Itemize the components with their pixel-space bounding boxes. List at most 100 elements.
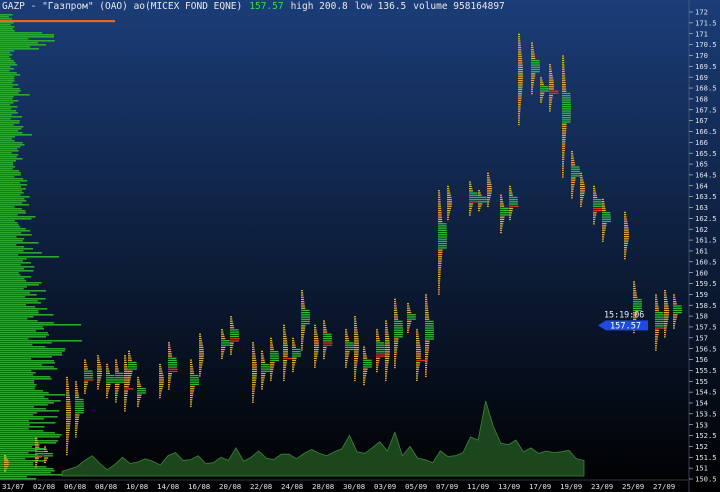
price-tick <box>270 362 275 364</box>
volume-profile-row <box>0 98 13 100</box>
price-tick <box>425 345 430 347</box>
price-tick <box>447 207 452 210</box>
volume-profile-row <box>0 292 30 294</box>
price-tick <box>354 366 357 368</box>
price-tick <box>376 351 385 353</box>
price-tick <box>301 320 310 323</box>
volume-profile-row <box>0 250 24 252</box>
price-tick <box>571 166 580 168</box>
price-tick <box>376 344 385 346</box>
price-tick <box>323 355 325 357</box>
volume-profile-row <box>0 138 12 140</box>
date-tick-label: 08/08 <box>95 482 117 491</box>
volume-profile-row <box>0 246 25 248</box>
price-tick <box>385 375 387 377</box>
price-tick <box>394 362 396 364</box>
price-tick <box>562 150 565 152</box>
price-tick <box>509 185 511 188</box>
price-tick <box>66 436 69 438</box>
price-tick <box>137 379 140 381</box>
volume-profile-row <box>0 348 66 350</box>
volume-profile-row <box>0 56 10 58</box>
price-tick <box>314 366 316 368</box>
price-tick <box>44 459 47 461</box>
price-tick <box>35 439 38 442</box>
volume-profile-row <box>0 74 21 76</box>
price-tick <box>252 357 256 359</box>
price-tick <box>385 373 388 375</box>
price-tick-label: 163 <box>695 203 708 212</box>
price-tick <box>633 298 642 301</box>
price-tick <box>283 357 293 360</box>
volume-profile-row <box>0 356 52 358</box>
price-tick <box>115 359 117 361</box>
price-tick <box>509 188 512 190</box>
price-tick <box>199 375 201 377</box>
price-tick <box>487 201 490 203</box>
price-tick <box>385 349 390 351</box>
volume-profile-row <box>0 206 15 208</box>
volume-profile-row <box>0 278 25 280</box>
price-tick <box>376 331 379 333</box>
price-tick <box>655 314 664 316</box>
price-tick <box>447 214 450 216</box>
volume-profile-row <box>0 258 27 260</box>
price-tick <box>602 220 611 223</box>
price-tick <box>385 377 387 379</box>
price-tick <box>394 298 396 300</box>
price-tick <box>394 366 396 369</box>
price-tick <box>128 359 132 361</box>
price-tick <box>664 298 668 301</box>
price-tick <box>664 329 667 331</box>
price-tick <box>518 35 521 38</box>
volume-profile-row <box>0 124 14 126</box>
price-tick <box>562 68 565 70</box>
price-tick <box>518 51 522 53</box>
price-tick <box>124 392 128 394</box>
price-tick <box>124 408 126 410</box>
volume-profile-row <box>0 280 27 282</box>
price-tick <box>633 303 642 305</box>
price-tick <box>469 183 472 185</box>
price-chart[interactable]: 172171.5 171 170.5 170 169.5 169 168.5168 167.5… <box>0 0 720 492</box>
price-tick <box>261 388 263 390</box>
price-tick <box>562 132 567 134</box>
price-tick <box>199 355 204 357</box>
price-tick <box>407 318 416 320</box>
price-tick <box>75 434 77 436</box>
price-tick-label: 151.5 <box>695 453 717 462</box>
price-tick <box>115 394 118 396</box>
volume-profile-row <box>0 234 32 236</box>
volume-profile-row <box>0 270 34 272</box>
price-tick <box>292 359 297 362</box>
price-tick <box>500 198 503 201</box>
price-tick <box>323 340 332 342</box>
volume-profile-row <box>0 70 10 72</box>
price-tick <box>44 448 47 450</box>
volume-profile-row <box>0 282 42 284</box>
price-tick-label: 164.5 <box>695 171 717 180</box>
volume-profile-row <box>0 178 24 180</box>
price-tick <box>518 71 523 73</box>
price-tick <box>438 271 441 273</box>
price-tick <box>509 218 511 221</box>
price-tick <box>199 362 203 364</box>
volume-profile-row <box>0 214 18 216</box>
price-tick <box>66 392 70 394</box>
price-tick <box>363 364 372 366</box>
price-tick <box>84 368 88 370</box>
price-tick <box>97 361 101 364</box>
price-tick <box>66 379 69 381</box>
price-tick <box>438 203 441 205</box>
price-tick <box>230 320 233 322</box>
price-tick <box>416 346 421 348</box>
price-tick <box>128 379 131 381</box>
price-tick <box>562 97 571 99</box>
volume-profile-row <box>0 118 11 120</box>
price-tick-label: 171.5 <box>695 18 717 27</box>
volume-profile-row <box>0 388 35 390</box>
price-tick <box>562 101 571 103</box>
price-tick <box>323 320 325 322</box>
price-tick <box>323 349 327 351</box>
price-tick <box>407 311 412 314</box>
